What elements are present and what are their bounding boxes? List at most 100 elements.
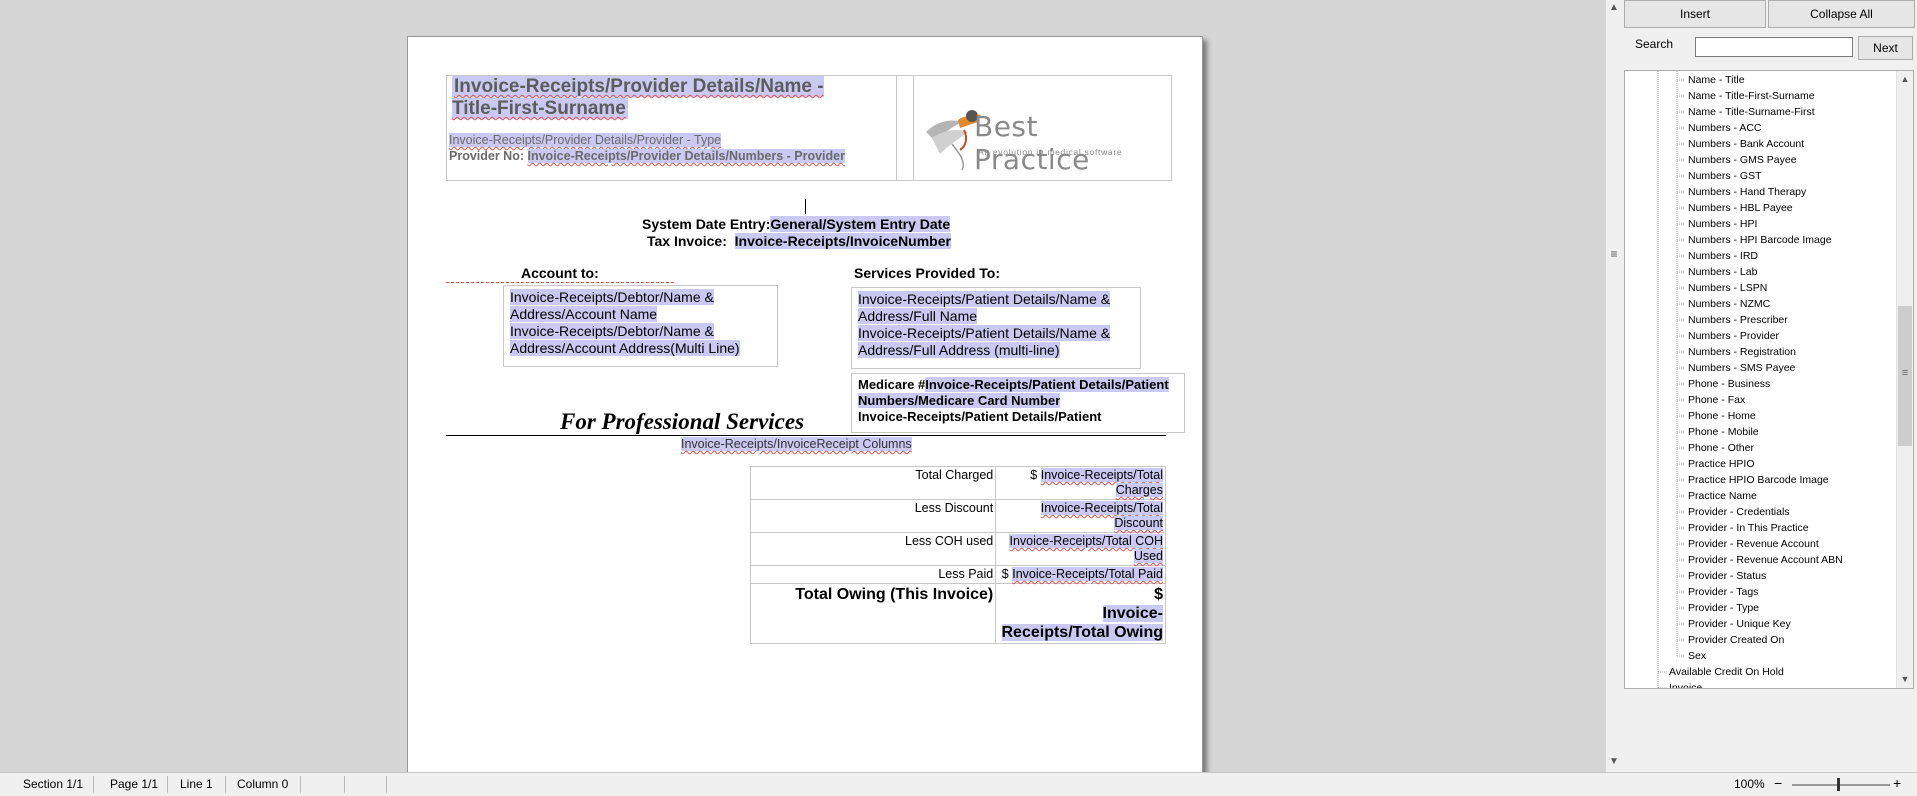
tree-item[interactable]: Provider Created On <box>1688 633 1784 647</box>
insert-button[interactable]: Insert <box>1624 0 1766 28</box>
scroll-grip-icon[interactable]: ≡ <box>1606 246 1622 262</box>
tree-item[interactable]: Sex <box>1688 649 1706 663</box>
tree-item[interactable]: Phone - Business <box>1688 377 1770 391</box>
scroll-down-arrow-icon[interactable]: ▼ <box>1606 754 1622 770</box>
provider-header-cell[interactable]: Invoice-Receipts/Provider Details/Name -… <box>446 75 896 181</box>
tree-item[interactable]: Practice Name <box>1688 489 1757 503</box>
field-insert-panel: Insert Collapse All Search Next Name - T… <box>1622 0 1917 772</box>
totals-row-field: Invoice-Receipts/Total Paid <box>1012 567 1163 581</box>
next-button[interactable]: Next <box>1858 36 1913 60</box>
tree-item[interactable]: Provider - Revenue Account <box>1688 537 1819 551</box>
tree-item[interactable]: Provider - Status <box>1688 569 1766 583</box>
tree-item[interactable]: Numbers - SMS Payee <box>1688 361 1795 375</box>
totals-row[interactable]: Less Discount Invoice-Receipts/Total Disc… <box>749 499 1166 533</box>
scroll-up-arrow-icon[interactable]: ▲ <box>1606 0 1622 16</box>
tree-item[interactable]: Provider - Type <box>1688 601 1759 615</box>
tree-item[interactable]: Provider - Revenue Account ABN <box>1688 553 1843 567</box>
zoom-out-button[interactable]: − <box>1774 775 1782 791</box>
tree-scroll-grip-icon: ≡ <box>1901 367 1909 379</box>
tree-item[interactable]: Practice HPIO Barcode Image <box>1688 473 1829 487</box>
totals-row-value: $ Invoice-Receipts/Total Charges <box>995 466 1166 500</box>
tree-item[interactable]: Phone - Other <box>1688 441 1754 455</box>
medicare-box[interactable]: Medicare # Invoice-Receipts/Patient Detai… <box>851 373 1185 433</box>
totals-row[interactable]: Less Paid $ Invoice-Receipts/Total Paid <box>749 565 1166 584</box>
tree-item[interactable]: Numbers - Provider <box>1688 329 1779 343</box>
search-input[interactable] <box>1695 37 1853 57</box>
tree-vertical-scrollbar[interactable]: ▲ ≡ ▼ <box>1896 71 1913 688</box>
tree-parent-item[interactable]: Invoice <box>1669 681 1702 688</box>
best-practice-logo: Best Practice An evolution in medical so… <box>922 86 1162 176</box>
totals-row[interactable]: Total Charged $ Invoice-Receipts/Total Ch… <box>749 466 1166 500</box>
tree-item[interactable]: Numbers - NZMC <box>1688 297 1770 311</box>
tree-item[interactable]: Name - Title-First-Surname <box>1688 89 1815 103</box>
header-spacer-cell <box>896 75 914 181</box>
tree-item[interactable]: Numbers - Prescriber <box>1688 313 1788 327</box>
tree-item[interactable]: Numbers - GST <box>1688 169 1762 183</box>
tree-item[interactable]: Numbers - IRD <box>1688 249 1758 263</box>
tree-item[interactable]: Provider - Credentials <box>1688 505 1790 519</box>
tree-item[interactable]: Phone - Fax <box>1688 393 1745 407</box>
zoom-slider-thumb[interactable] <box>1837 778 1840 791</box>
tree-item[interactable]: Numbers - ACC <box>1688 121 1762 135</box>
total-owing-row[interactable]: Total Owing (This Invoice) $ Invoice-Rece… <box>749 583 1166 644</box>
debtor-address-field: Invoice-Receipts/Debtor/Name & Address/A… <box>510 323 740 356</box>
zoom-slider-track[interactable] <box>1792 784 1890 786</box>
total-owing-value: $ Invoice-Receipts/Total Owing <box>995 583 1166 644</box>
horizontal-rule <box>446 435 1166 436</box>
document-page[interactable]: Invoice-Receipts/Provider Details/Name -… <box>407 36 1203 772</box>
invoice-number-field: Invoice-Receipts/InvoiceNumber <box>734 233 951 249</box>
document-vertical-scrollbar[interactable]: ▲ ≡ ▼ <box>1605 0 1622 772</box>
tree-item[interactable]: Numbers - HPI Barcode Image <box>1688 233 1832 247</box>
tree-item[interactable]: Numbers - Hand Therapy <box>1688 185 1806 199</box>
tree-item[interactable]: Provider - Tags <box>1688 585 1758 599</box>
tree-item[interactable]: Numbers - LSPN <box>1688 281 1767 295</box>
tree-connector-lines <box>1657 71 1685 688</box>
totals-row[interactable]: Less COH used Invoice-Receipts/Total COH … <box>749 532 1166 566</box>
invoice-columns-field[interactable]: Invoice-Receipts/InvoiceReceipt Columns <box>681 437 912 451</box>
account-to-box[interactable]: Invoice-Receipts/Debtor/Name & Address/A… <box>503 285 778 367</box>
account-to-label: Account to: <box>521 265 599 281</box>
tree-item[interactable]: Numbers - HBL Payee <box>1688 201 1793 215</box>
system-date-field: General/System Entry Date <box>770 216 951 232</box>
collapse-all-button[interactable]: Collapse All <box>1768 0 1915 28</box>
totals-row-value: $ Invoice-Receipts/Total Paid <box>995 565 1166 584</box>
tree-item[interactable]: Numbers - GMS Payee <box>1688 153 1797 167</box>
tree-scroll-down-icon[interactable]: ▼ <box>1897 671 1913 687</box>
system-date-line[interactable]: System Date Entry:General/System Entry D… <box>642 216 951 232</box>
status-divider <box>344 776 345 793</box>
status-section: Section 1/1 <box>23 777 84 791</box>
status-bar: Section 1/1 Page 1/1 Line 1 Column 0 100… <box>0 772 1917 796</box>
services-provided-box[interactable]: Invoice-Receipts/Patient Details/Name & … <box>851 287 1141 369</box>
tree-item[interactable]: Numbers - Bank Account <box>1688 137 1804 151</box>
tree-item[interactable]: Numbers - Registration <box>1688 345 1796 359</box>
tree-item[interactable]: Numbers - Lab <box>1688 265 1757 279</box>
tree-item[interactable]: Provider - Unique Key <box>1688 617 1791 631</box>
document-workspace[interactable]: Invoice-Receipts/Provider Details/Name -… <box>0 0 1605 772</box>
field-tree[interactable]: Name - Title Name - Title-First-Surname Na… <box>1624 70 1914 689</box>
tree-scroll-up-icon[interactable]: ▲ <box>1897 71 1913 87</box>
tree-item[interactable]: Practice HPIO <box>1688 457 1755 471</box>
status-divider <box>93 776 94 793</box>
tree-item[interactable]: Numbers - HPI <box>1688 217 1757 231</box>
zoom-level: 100% <box>1734 777 1765 791</box>
provider-name-field[interactable]: Invoice-Receipts/Provider Details/Name -… <box>452 76 832 120</box>
totals-row-label: Total Charged <box>749 466 997 500</box>
tree-parent-item[interactable]: Available Credit On Hold <box>1669 665 1784 679</box>
total-owing-label: Total Owing (This Invoice) <box>749 583 997 644</box>
provider-number-field: Invoice-Receipts/Provider Details/Number… <box>527 149 845 163</box>
tax-invoice-line[interactable]: Tax Invoice: Invoice-Receipts/InvoiceNum… <box>647 233 951 249</box>
provider-number-line[interactable]: Provider No: Invoice-Receipts/Provider D… <box>449 149 845 163</box>
logo-cell[interactable]: Best Practice An evolution in medical so… <box>914 75 1172 181</box>
tree-item[interactable]: Phone - Home <box>1688 409 1756 423</box>
tree-item[interactable]: Provider - In This Practice <box>1688 521 1809 535</box>
status-page: Page 1/1 <box>110 777 159 791</box>
text-caret <box>805 199 806 214</box>
provider-type-field[interactable]: Invoice-Receipts/Provider Details/Provid… <box>449 133 722 147</box>
status-divider <box>167 776 168 793</box>
totals-table[interactable]: Total Charged $ Invoice-Receipts/Total Ch… <box>749 466 1166 644</box>
logo-brand-text: Best Practice <box>974 110 1090 176</box>
tree-item[interactable]: Name - Title <box>1688 73 1745 87</box>
tree-item[interactable]: Phone - Mobile <box>1688 425 1759 439</box>
tree-item[interactable]: Name - Title-Surname-First <box>1688 105 1815 119</box>
zoom-in-button[interactable]: + <box>1893 775 1901 791</box>
